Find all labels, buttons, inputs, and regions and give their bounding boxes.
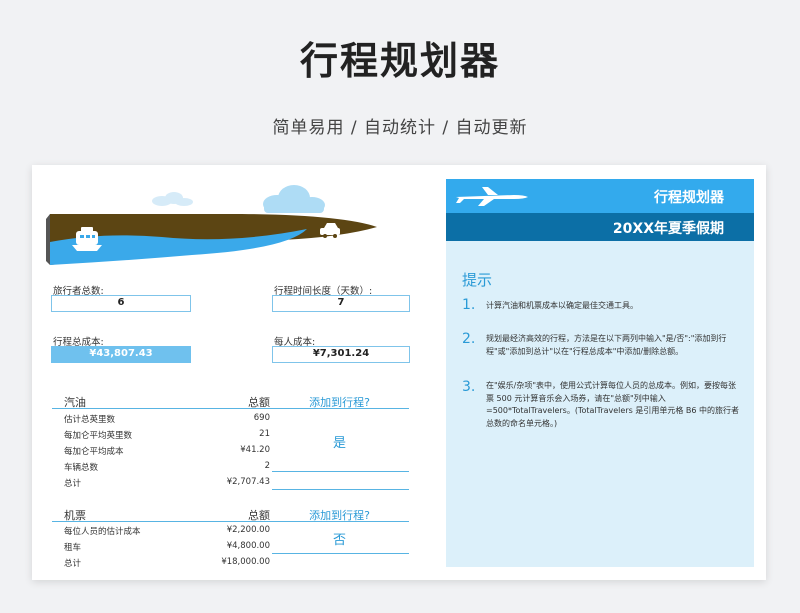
gas-add-answer[interactable]: 是 (272, 432, 407, 451)
panel-header: 行程规划器 (446, 179, 754, 213)
tip-text: 规划最经济高效的行程，方法是在以下两列中输入"是/否":"添加到行程"或"添加到… (486, 334, 727, 356)
ticket-row-label: 总计 (64, 559, 82, 569)
page-subtitle: 简单易用 / 自动统计 / 自动更新 (272, 118, 528, 138)
divider (272, 553, 409, 554)
cloud-icon (263, 185, 325, 213)
gas-row-value[interactable]: 2 (190, 461, 270, 471)
tip-text: 计算汽油和机票成本以确定最佳交通工具。 (486, 301, 638, 310)
tip-number: 3. (462, 379, 476, 395)
tip-number: 1. (462, 297, 476, 313)
ticket-row-value[interactable]: ¥4,800.00 (190, 541, 270, 551)
page-title: 行程规划器 (299, 39, 500, 83)
ticket-row-value: ¥18,000.00 (221, 557, 270, 567)
cloud-icon (152, 192, 193, 206)
per-person-field: ¥7,301.24 (272, 346, 410, 363)
tip-number: 2. (462, 331, 476, 347)
panel-subtitle: 20XX年夏季假期 (612, 221, 724, 237)
gas-row-value[interactable]: ¥41.20 (190, 445, 270, 455)
airplane-icon (456, 187, 528, 206)
gas-row-value: ¥2,707.43 (226, 477, 270, 487)
panel-title: 行程规划器 (654, 190, 724, 206)
divider (272, 471, 409, 472)
panel-subtitle-band: 20XX年夏季假期 (446, 213, 754, 241)
tip-text: 在"娱乐/杂项"表中，使用公式计算每位人员的总成本。例如，要按每张票 500 元… (486, 381, 739, 428)
divider (52, 408, 409, 409)
ticket-row-label: 每位人员的估计成本 (64, 527, 141, 537)
gas-row-label: 车辆总数 (64, 463, 99, 473)
ticket-add-answer[interactable]: 否 (272, 529, 407, 548)
ticket-row-value[interactable]: ¥2,200.00 (190, 525, 270, 535)
gas-row-value[interactable]: 690 (190, 413, 270, 423)
total-cost-field: ¥43,807.43 (51, 346, 191, 363)
gas-row-label: 估计总英里数 (64, 415, 116, 425)
tips-panel: 行程规划器 20XX年夏季假期 提示 1. 计算汽油和机票成本以确定最佳交通工具… (446, 179, 754, 567)
duration-field[interactable]: 7 (272, 295, 410, 312)
divider (52, 521, 409, 522)
ticket-row-label: 租车 (64, 543, 82, 553)
hint-title: 提示 (462, 271, 493, 289)
spreadsheet-preview: 旅行者总数: 6 行程时间长度（天数）: 7 行程总成本: ¥43,807.43… (32, 165, 766, 580)
gas-row-label: 每加仑平均英里数 (64, 431, 133, 441)
divider (272, 489, 409, 490)
travelers-field[interactable]: 6 (51, 295, 191, 312)
gas-row-label: 总计 (64, 479, 82, 489)
travel-banner-illustration (46, 185, 377, 265)
gas-row-label: 每加仑平均成本 (64, 447, 124, 457)
gas-row-value[interactable]: 21 (190, 429, 270, 439)
